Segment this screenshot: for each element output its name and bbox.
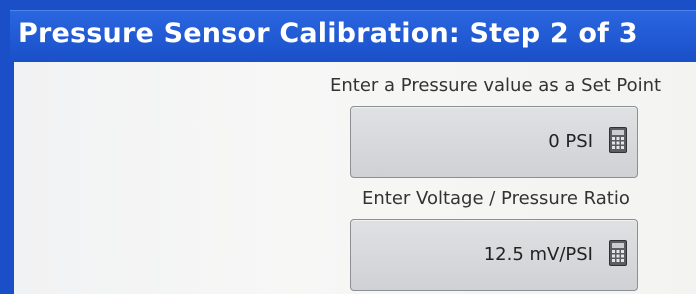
window-frame: Pressure Sensor Calibration: Step 2 of 3… [0,0,696,294]
page-title: Pressure Sensor Calibration: Step 2 of 3 [18,18,638,49]
calibration-panel: Enter a Pressure value as a Set Point 0 … [14,62,696,294]
voltage-ratio-value: 12.5 mV/PSI [483,244,593,265]
set-point-value: 0 PSI [548,131,593,152]
calculator-icon[interactable] [609,240,627,266]
set-point-label: Enter a Pressure value as a Set Point [330,75,662,96]
voltage-ratio-label: Enter Voltage / Pressure Ratio [362,188,630,209]
title-bar: Pressure Sensor Calibration: Step 2 of 3 [10,10,696,61]
calculator-icon[interactable] [609,127,627,153]
voltage-ratio-field[interactable]: 12.5 mV/PSI [350,219,638,291]
set-point-field[interactable]: 0 PSI [350,106,638,178]
